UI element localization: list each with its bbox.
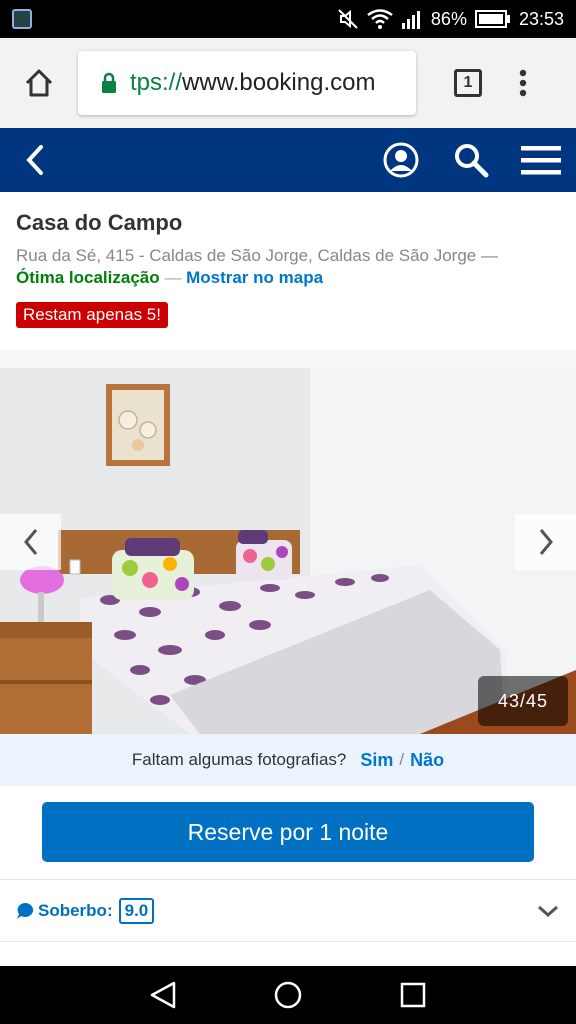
availability-badge: Restam apenas 5! [16,302,168,328]
missing-photos-prompt: Faltam algumas fotografias? Sim / Não [0,734,576,786]
missing-photos-question: Faltam algumas fotografias? [131,750,347,769]
chevron-left-icon [26,145,43,175]
speech-bubble-icon [17,902,34,919]
url-scheme: tps:// [130,69,183,96]
search-icon [455,144,489,178]
site-header [0,128,576,192]
url-host: www.booking.com [182,69,376,96]
system-nav-bar [0,966,576,1024]
hotel-name: Casa do Campo [16,210,183,235]
hotel-info: Casa do Campo Rua da Sé, 415 - Caldas de… [0,192,576,328]
rating-score: 9.0 [118,897,155,924]
browser-toolbar: tps://www.booking.com 1 [0,38,576,128]
next-photo-button[interactable] [515,514,576,570]
previous-photo-button[interactable] [0,514,61,570]
lock-icon [102,72,116,93]
address-bar[interactable]: tps://www.booking.com [78,51,416,115]
photo-gallery[interactable]: 43/45 [0,350,576,734]
battery-icon [474,10,510,28]
location-line: Ótima localização — Mostrar no mapa [16,268,560,288]
home-circle-icon[interactable] [273,980,303,1010]
more-vert-icon [519,69,527,97]
gallery-notification-icon [12,9,32,29]
hamburger-icon [521,146,561,175]
back-triangle-icon[interactable] [148,980,178,1010]
reserve-section: Reserve por 1 noite [0,786,576,880]
rating-word: Soberbo: [38,900,113,920]
search-button[interactable] [436,128,506,192]
chevron-left-icon [23,529,37,555]
location-rating: Ótima localização [16,268,160,287]
wifi-icon [367,9,393,29]
missing-photos-yes[interactable]: Sim [360,750,393,771]
account-button[interactable] [366,128,436,192]
menu-button[interactable] [506,128,576,192]
signal-icon [401,11,420,29]
photo-counter: 43/45 [478,676,568,726]
missing-photos-separator: / [399,750,405,769]
browser-menu-button[interactable] [498,48,548,118]
battery-percent: 86% [430,8,467,29]
missing-photos-no[interactable]: Não [410,750,444,771]
mute-icon [338,9,358,29]
reserve-button[interactable]: Reserve por 1 noite [42,802,534,862]
location-separator: — [159,268,187,287]
chevron-right-icon [539,529,553,555]
home-button[interactable] [4,48,74,118]
tab-count: 1 [454,69,482,97]
show-on-map-link[interactable]: Mostrar no mapa [186,268,323,287]
home-icon [25,69,53,97]
clock: 23:53 [518,8,564,29]
hotel-address: Rua da Sé, 415 - Caldas de São Jorge, Ca… [16,246,498,265]
back-button[interactable] [0,128,70,192]
rating-row[interactable]: Soberbo: 9.0 [0,880,576,942]
status-bar: 86% 23:53 [0,0,576,38]
recents-square-icon[interactable] [398,980,428,1010]
user-icon [383,142,419,178]
chevron-down-icon[interactable] [536,899,560,923]
tab-switcher-button[interactable]: 1 [438,48,498,118]
